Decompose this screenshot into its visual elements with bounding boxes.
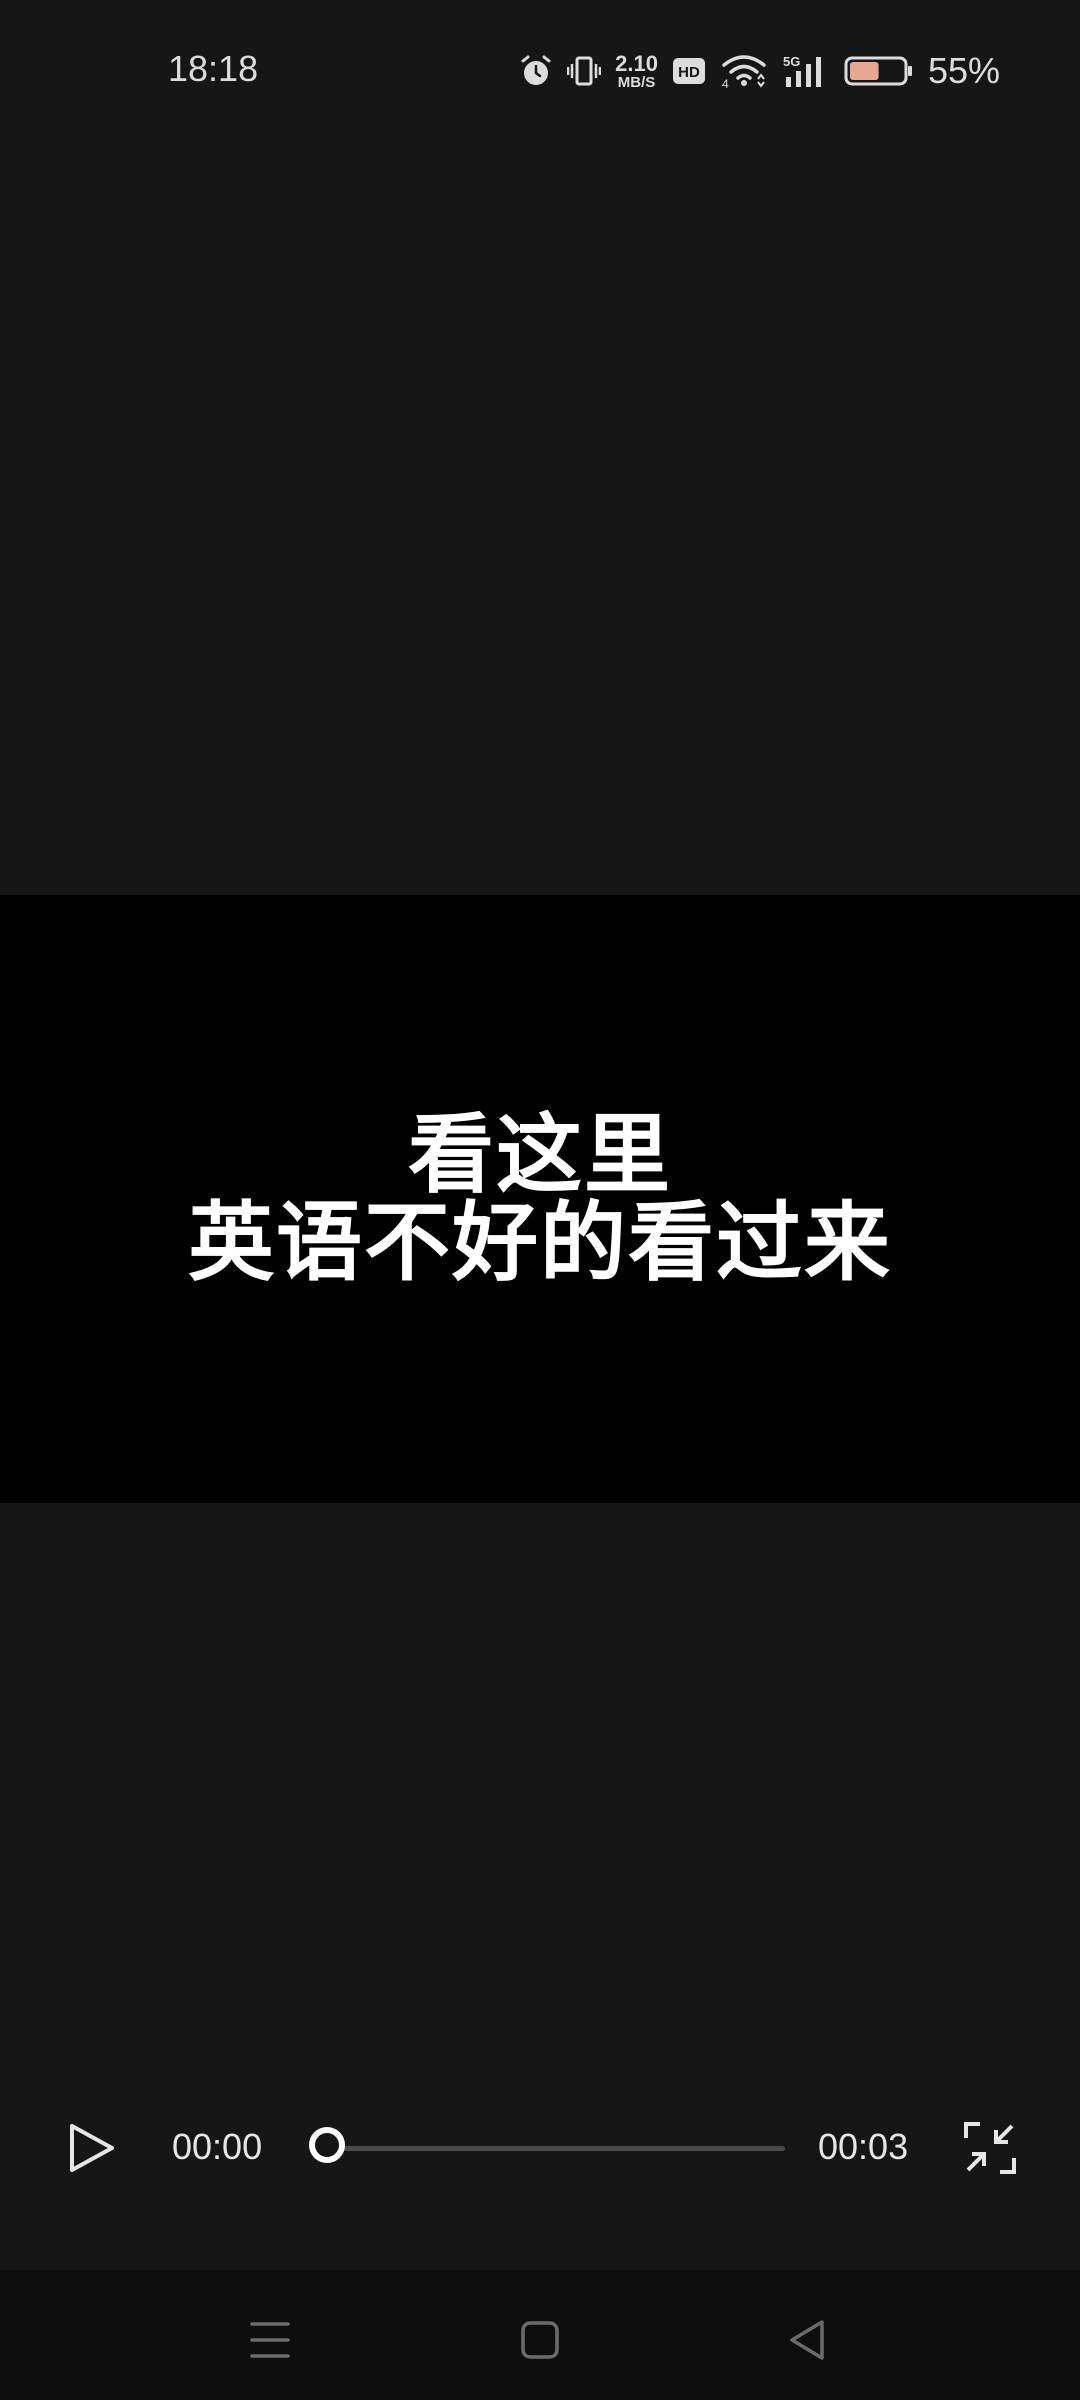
battery-fill xyxy=(849,62,879,80)
video-frame[interactable]: 看这里 英语不好的看过来 xyxy=(0,895,1080,1503)
status-icons: 2.10 MB/S HD 4 5G 55% xyxy=(519,46,1000,96)
menu-icon xyxy=(250,2322,290,2358)
hd-icon: HD xyxy=(672,56,706,86)
seek-bar[interactable] xyxy=(305,2118,785,2178)
status-bar: 18:18 2.10 MB/S HD 4 5G 55% xyxy=(0,0,1080,140)
net-speed: 2.10 MB/S xyxy=(615,50,658,91)
current-time: 00:00 xyxy=(172,2126,263,2167)
net-speed-unit: MB/S xyxy=(617,73,656,91)
wifi-sub-label: 4 xyxy=(722,77,729,89)
video-caption-line-2: 英语不好的看过来 xyxy=(188,1193,892,1293)
vibrate-icon xyxy=(567,54,602,88)
home-icon xyxy=(521,2321,559,2359)
status-time: 18:18 xyxy=(168,48,259,89)
alarm-icon xyxy=(519,53,553,89)
seek-thumb[interactable] xyxy=(309,2127,345,2163)
battery-percent: 55% xyxy=(927,50,1000,91)
exit-fullscreen-button[interactable] xyxy=(962,2120,1018,2176)
video-caption-line-1: 看这里 xyxy=(408,1105,672,1205)
back-icon xyxy=(790,2320,824,2360)
home-button[interactable] xyxy=(510,2310,570,2370)
exit-fullscreen-icon xyxy=(964,2122,1016,2174)
navigation-bar xyxy=(0,2270,1080,2400)
video-player-screen: 18:18 2.10 MB/S HD 4 5G 55% 看这里 英语不好的看过来… xyxy=(0,0,1080,2400)
seek-track xyxy=(327,2146,785,2151)
wifi-icon: 4 xyxy=(720,53,768,89)
play-button[interactable] xyxy=(60,2118,124,2178)
player-controls: 00:00 00:03 xyxy=(0,2100,1080,2196)
hd-label: HD xyxy=(678,64,700,81)
network-type-label: 5G xyxy=(783,54,800,69)
play-icon xyxy=(70,2124,114,2172)
back-button[interactable] xyxy=(778,2310,838,2370)
total-time: 00:03 xyxy=(818,2126,909,2167)
battery-icon xyxy=(844,54,914,88)
recent-apps-button[interactable] xyxy=(240,2310,300,2370)
signal-icon: 5G xyxy=(782,53,830,89)
net-speed-value: 2.10 xyxy=(615,50,658,76)
